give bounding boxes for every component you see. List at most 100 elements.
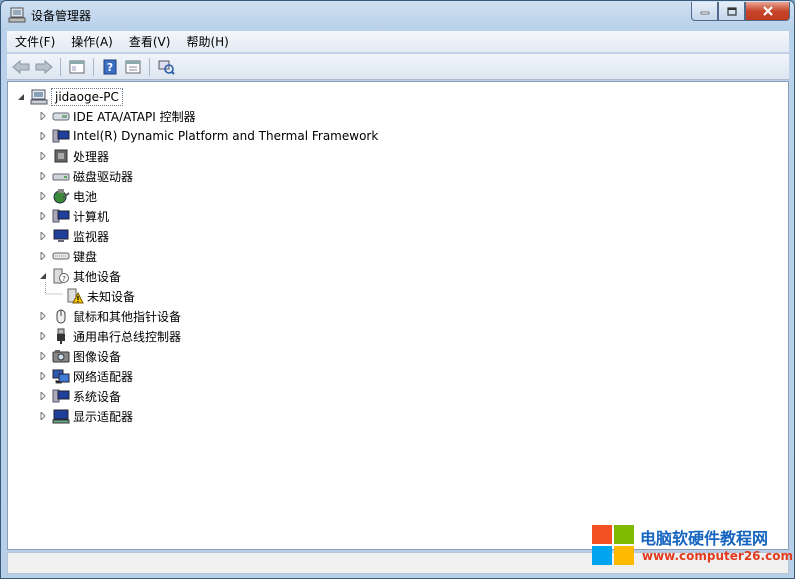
expand-arrow-icon[interactable] [38,131,48,141]
tree-item-label: 网络适配器 [73,369,134,384]
properties-icon [125,60,141,73]
device-manager-window: 设备管理器 文件(F) 操作(A) 查看(V) 帮助(H) ? jidaoge-… [0,0,795,579]
tree-item-network[interactable]: 网络适配器 [38,366,133,386]
ide-controller-icon [52,108,70,124]
tree-item-mouse[interactable]: 鼠标和其他指针设备 [38,306,181,326]
expand-arrow-icon[interactable] [38,331,48,341]
tree-item-computer[interactable]: 计算机 [38,206,109,226]
expand-arrow-icon[interactable] [38,171,48,181]
help-icon: ? [103,59,117,74]
tree-item-label: 鼠标和其他指针设备 [73,309,182,324]
help-button[interactable]: ? [100,57,120,77]
title-bar[interactable]: 设备管理器 [1,1,794,31]
maximize-button[interactable] [718,2,745,21]
menu-bar: 文件(F) 操作(A) 查看(V) 帮助(H) [7,31,789,53]
tree-item-label: 系统设备 [73,389,122,404]
tree-item-keyboard[interactable]: 键盘 [38,246,97,266]
tree-item-intel-dptf[interactable]: Intel(R) Dynamic Platform and Thermal Fr… [38,126,378,146]
keyboard-icon [52,248,70,264]
tree-item-label: 电池 [73,189,98,204]
unknown-device-warning-icon [66,288,84,304]
tree-item-disk[interactable]: 磁盘驱动器 [38,166,133,186]
tree-item-unknown-device[interactable]: 未知设备 [66,286,135,306]
tree-item-label: 图像设备 [73,349,122,364]
tree-item-monitor[interactable]: 监视器 [38,226,109,246]
expand-arrow-icon[interactable] [38,311,48,321]
svg-text:?: ? [62,275,66,283]
battery-icon [52,188,70,204]
computer-device-icon [52,128,70,144]
collapse-arrow-icon[interactable] [38,271,48,281]
tree-item-ide[interactable]: IDE ATA/ATAPI 控制器 [38,106,196,126]
monitor-icon [52,228,70,244]
tree-item-label: 显示适配器 [73,409,134,424]
expand-arrow-icon[interactable] [38,391,48,401]
tree-item-battery[interactable]: 电池 [38,186,97,206]
menu-file[interactable]: 文件(F) [7,31,63,53]
close-button[interactable] [745,2,790,21]
collapse-arrow-icon[interactable] [16,92,26,102]
tree-item-system[interactable]: 系统设备 [38,386,121,406]
toolbar: ? [7,54,789,80]
windows-logo-icon [592,525,634,565]
device-manager-app-icon [8,7,26,23]
tree-item-label: IDE ATA/ATAPI 控制器 [73,109,196,124]
expand-arrow-icon[interactable] [38,211,48,221]
watermark-title: 电脑软硬件教程网 [640,529,769,548]
minimize-button[interactable] [691,2,718,21]
tree-item-other-devices[interactable]: ? 其他设备 [38,266,121,286]
properties-button[interactable] [123,57,143,77]
show-hide-tree-icon [69,60,85,73]
expand-arrow-icon[interactable] [38,151,48,161]
network-adapter-icon [52,368,70,384]
menu-view[interactable]: 查看(V) [121,31,179,53]
tree-item-label: 处理器 [73,149,110,164]
window-title: 设备管理器 [31,9,92,23]
expand-arrow-icon[interactable] [38,251,48,261]
expand-arrow-icon[interactable] [38,191,48,201]
mouse-icon [52,308,70,324]
menu-action[interactable]: 操作(A) [63,31,121,53]
expand-arrow-icon[interactable] [38,231,48,241]
tree-item-label: 未知设备 [87,289,136,304]
forward-button[interactable] [34,57,54,77]
processor-icon [52,148,70,164]
camera-icon [52,348,70,364]
tree-root[interactable]: jidaoge-PC [16,87,123,107]
computer-root-icon [30,89,48,105]
computer-icon [52,208,70,224]
watermark-url: www.computer26.com [642,549,793,563]
back-arrow-icon [12,59,30,74]
expand-arrow-icon[interactable] [38,351,48,361]
caption-buttons [691,2,790,21]
tree-item-label: 计算机 [73,209,110,224]
expand-arrow-icon[interactable] [38,411,48,421]
disk-drive-icon [52,168,70,184]
scan-hardware-icon [158,60,175,75]
forward-arrow-icon [35,59,53,74]
watermark: 电脑软硬件教程网 www.computer26.com [592,521,793,573]
menu-help[interactable]: 帮助(H) [178,31,236,53]
toolbar-separator [60,57,61,76]
show-hide-tree-button[interactable] [67,57,87,77]
tree-item-display[interactable]: 显示适配器 [38,406,133,426]
tree-item-label: 键盘 [73,249,98,264]
back-button[interactable] [11,57,31,77]
tree-item-label: 磁盘驱动器 [73,169,134,184]
tree-item-usb[interactable]: 通用串行总线控制器 [38,326,181,346]
tree-item-label: 其他设备 [73,269,122,284]
tree-item-processor[interactable]: 处理器 [38,146,109,166]
tree-item-label: 通用串行总线控制器 [73,329,182,344]
tree-item-label: 监视器 [73,229,110,244]
expand-arrow-icon[interactable] [38,371,48,381]
expand-arrow-icon[interactable] [38,111,48,121]
svg-text:?: ? [107,61,113,74]
system-device-icon [52,388,70,404]
display-adapter-icon [52,408,70,424]
other-devices-icon: ? [52,268,70,284]
toolbar-separator [149,57,150,76]
device-tree-panel[interactable]: jidaoge-PC IDE ATA/ATAPI 控制器 Intel(R) Dy… [7,81,789,550]
tree-item-imaging[interactable]: 图像设备 [38,346,121,366]
scan-hardware-button[interactable] [156,57,176,77]
usb-icon [52,328,70,344]
